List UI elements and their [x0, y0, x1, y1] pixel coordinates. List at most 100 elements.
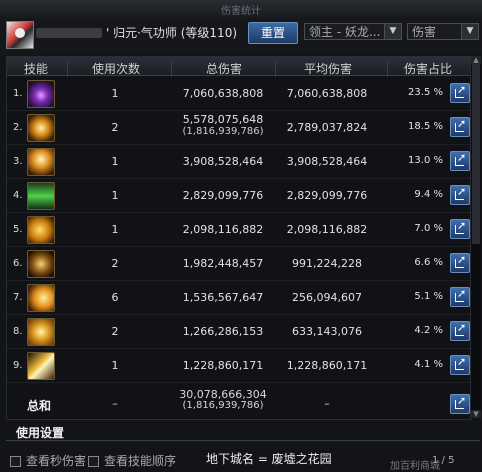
character-name-redacted — [36, 28, 102, 38]
share-icon[interactable] — [450, 151, 470, 171]
row-uses: 1 — [111, 155, 119, 168]
row-total-damage: 7,060,638,808 — [182, 87, 264, 100]
row-index: 8. — [13, 326, 23, 337]
share-icon[interactable] — [450, 219, 470, 239]
dungeon-name: 地下城名 = 废墟之花园 — [206, 452, 332, 466]
row-average-damage: 991,224,228 — [292, 257, 362, 270]
mode-dropdown[interactable]: 领主 - 妖龙... ▼ — [304, 23, 402, 40]
row-total-damage: 1,536,567,647 — [182, 291, 264, 304]
table-header: 技能 使用次数 总伤害 平均伤害 伤害占比 — [7, 57, 471, 77]
row-index: 4. — [13, 190, 23, 201]
row-total-damage: 2,098,116,882 — [182, 223, 264, 236]
lion-skill-icon[interactable] — [27, 216, 55, 244]
row-total-damage: 1,228,860,171 — [182, 359, 264, 372]
row-total-damage: 3,908,528,464 — [182, 155, 264, 168]
share-icon[interactable] — [450, 321, 470, 341]
row-uses: 1 — [111, 87, 119, 100]
share-totals-button[interactable] — [450, 394, 470, 414]
row-average-damage: 633,143,076 — [292, 325, 362, 338]
row-index: 7. — [13, 292, 23, 303]
totals-total-damage-sub: (1,816,939,786) — [182, 400, 264, 411]
column-header-uses[interactable]: 使用次数 — [67, 60, 164, 77]
row-damage-share: 5.1 % — [414, 291, 443, 302]
reset-button[interactable]: 重置 — [248, 22, 298, 44]
share-icon[interactable] — [450, 83, 470, 103]
skill-damage-table: 技能 使用次数 总伤害 平均伤害 伤害占比 1. 1 7,060,638,808 7,… — [6, 56, 472, 420]
purple-burst-skill-icon[interactable] — [27, 80, 55, 108]
row-damage-share: 18.5 % — [408, 121, 443, 132]
row-total-damage-sub: (1,816,939,786) — [182, 126, 264, 137]
row-average-damage: 3,908,528,464 — [286, 155, 368, 168]
row-damage-share: 4.2 % — [414, 325, 443, 336]
row-index: 6. — [13, 258, 23, 269]
totals-row: 总和 – 30,078,666,304 (1,816,939,786) – — [7, 387, 471, 419]
row-damage-share: 4.1 % — [414, 359, 443, 370]
row-total-damage: 1,266,286,153 — [182, 325, 264, 338]
share-icon[interactable] — [450, 253, 470, 273]
chevron-down-icon[interactable]: ▼ — [384, 24, 401, 39]
spiral-ring-skill-icon[interactable] — [27, 250, 55, 278]
row-index: 2. — [13, 122, 23, 133]
row-uses: 6 — [111, 291, 119, 304]
table-row[interactable]: 2. 2 5,578,075,648 (1,816,939,786) 2,789,037… — [7, 110, 471, 145]
table-scrollbar[interactable]: ▲ ▼ — [470, 56, 481, 418]
share-icon[interactable] — [450, 355, 470, 375]
light-slash-skill-icon[interactable] — [27, 352, 55, 380]
row-uses: 2 — [111, 121, 119, 134]
table-row[interactable]: 8. 2 1,266,286,153 633,143,076 4.2 % — [7, 314, 471, 349]
golden-orb-skill-icon[interactable] — [27, 318, 55, 346]
share-icon[interactable] — [450, 287, 470, 307]
chevron-down-icon[interactable]: ▼ — [461, 24, 478, 39]
view-seconds-damage-label: 查看秒伤害 — [26, 454, 87, 468]
scroll-down-icon[interactable]: ▼ — [471, 410, 481, 418]
view-skill-order-checkbox[interactable]: 查看技能顺序 — [88, 452, 177, 468]
view-seconds-damage-checkbox[interactable]: 查看秒伤害 — [10, 452, 87, 468]
share-icon[interactable] — [450, 117, 470, 137]
table-row[interactable]: 9. 1 1,228,860,171 1,228,860,171 4.1 % — [7, 348, 471, 383]
row-average-damage: 256,094,607 — [292, 291, 362, 304]
totals-average: – — [324, 397, 330, 410]
row-damage-share: 9.4 % — [414, 189, 443, 200]
avatar — [6, 21, 34, 49]
scrollbar-thumb[interactable] — [472, 64, 480, 244]
table-row[interactable]: 3. 1 3,908,528,464 3,908,528,464 13.0 % — [7, 144, 471, 179]
column-header-total-damage[interactable]: 总伤害 — [171, 60, 276, 77]
table-row[interactable]: 7. 6 1,536,567,647 256,094,607 5.1 % — [7, 280, 471, 315]
fire-figure-skill-icon[interactable] — [27, 148, 55, 176]
row-damage-share: 23.5 % — [408, 87, 443, 98]
green-energy-skill-icon[interactable] — [27, 182, 55, 210]
title-bar[interactable]: 伤害统计 — [0, 0, 482, 19]
row-uses: 1 — [111, 359, 119, 372]
share-icon[interactable] — [450, 185, 470, 205]
damage-stats-window: 伤害统计 ' 归元·气功师 (等级110) 重置 领主 - 妖龙... ▼ 伤害… — [0, 0, 482, 472]
wing-strike-skill-icon[interactable] — [27, 284, 55, 312]
totals-uses: – — [112, 397, 118, 410]
column-header-skill[interactable]: 技能 — [11, 60, 61, 77]
column-header-average-damage[interactable]: 平均伤害 — [275, 60, 380, 77]
row-average-damage: 1,228,860,171 — [286, 359, 368, 372]
table-row[interactable]: 5. 1 2,098,116,882 2,098,116,882 7.0 % — [7, 212, 471, 247]
row-damage-share: 7.0 % — [414, 223, 443, 234]
row-index: 5. — [13, 224, 23, 235]
table-row[interactable]: 4. 1 2,829,099,776 2,829,099,776 9.4 % — [7, 178, 471, 213]
row-damage-share: 6.6 % — [414, 257, 443, 268]
checkbox-icon[interactable] — [88, 456, 99, 467]
row-average-damage: 2,829,099,776 — [286, 189, 368, 202]
damage-type-dropdown[interactable]: 伤害 ▼ — [407, 23, 479, 40]
header-bar: ' 归元·气功师 (等级110) 重置 领主 - 妖龙... ▼ 伤害 ▼ — [0, 18, 482, 54]
row-uses: 1 — [111, 189, 119, 202]
scroll-up-icon[interactable]: ▲ — [471, 56, 481, 64]
row-uses: 1 — [111, 223, 119, 236]
table-row[interactable]: 6. 2 1,982,448,457 991,224,228 6.6 % — [7, 246, 471, 281]
view-skill-order-label: 查看技能顺序 — [104, 454, 177, 468]
table-row[interactable]: 1. 1 7,060,638,808 7,060,638,808 23.5 % — [7, 76, 471, 111]
checkbox-icon[interactable] — [10, 456, 21, 467]
character-title: ' 归元·气功师 (等级110) — [106, 26, 238, 40]
row-index: 3. — [13, 156, 23, 167]
row-average-damage: 7,060,638,808 — [286, 87, 368, 100]
row-uses: 2 — [111, 257, 119, 270]
row-total-damage: 1,982,448,457 — [182, 257, 264, 270]
settings-title: 使用设置 — [16, 426, 65, 440]
column-header-damage-share[interactable]: 伤害占比 — [387, 60, 468, 77]
golden-spark-skill-icon[interactable] — [27, 114, 55, 142]
